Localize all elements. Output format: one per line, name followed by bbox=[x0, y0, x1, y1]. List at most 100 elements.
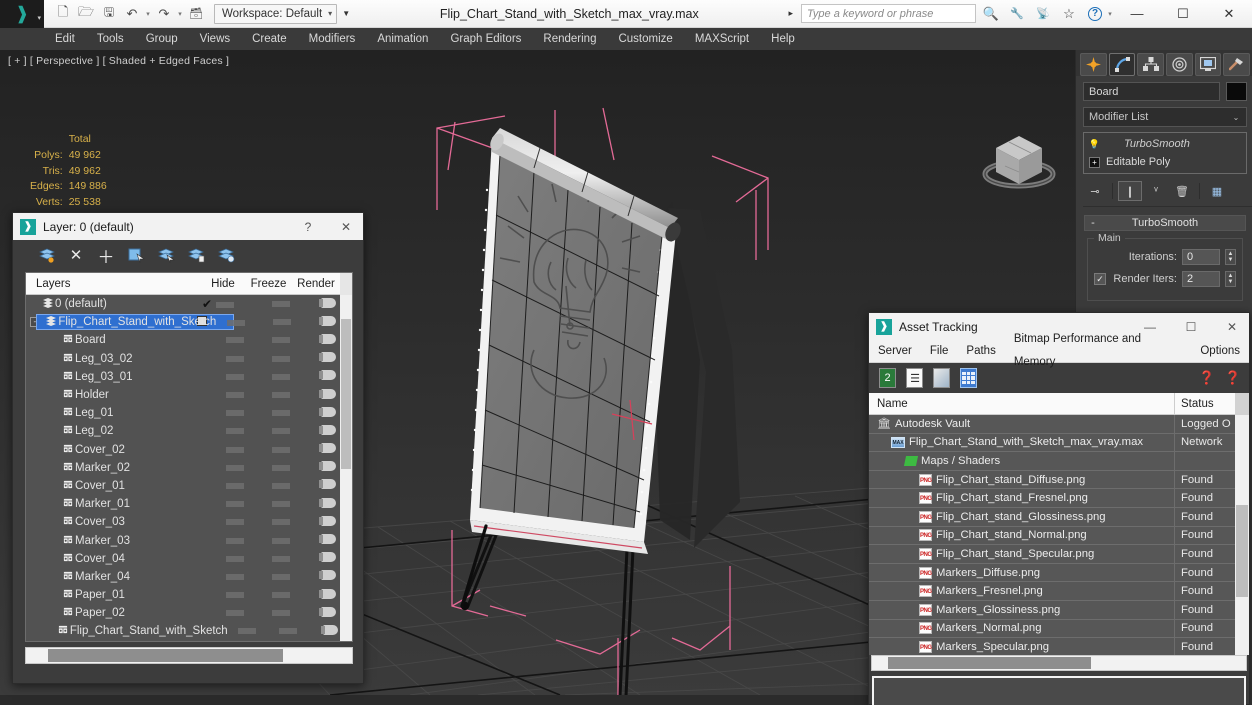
freeze-cell[interactable] bbox=[257, 607, 304, 619]
remove-modifier-icon[interactable]: 🗑 bbox=[1170, 181, 1194, 201]
freeze-toggle-icon[interactable] bbox=[271, 573, 290, 580]
asset-rows-container[interactable]: 🏛 Autodesk Vault Logged O MAX Flip_Chart_Sta… bbox=[869, 415, 1249, 655]
asset-hscrollbar-thumb[interactable] bbox=[888, 657, 1091, 669]
layer-row[interactable]: Leg_03_02 bbox=[26, 350, 352, 368]
menu-item-modifiers[interactable]: Modifiers bbox=[298, 28, 367, 50]
freeze-toggle-icon[interactable] bbox=[271, 592, 290, 599]
undo-dropdown-icon[interactable]: ▾ bbox=[144, 10, 152, 18]
hide-toggle-icon[interactable] bbox=[226, 537, 244, 544]
show-end-result-icon[interactable]: ❙ bbox=[1118, 181, 1142, 201]
asset-menu-bitmap-performance-and-memory[interactable]: Bitmap Performance and Memory bbox=[1005, 328, 1192, 374]
highlight-selected-objects-icon[interactable] bbox=[185, 244, 207, 266]
render-toggle-icon[interactable] bbox=[321, 624, 339, 635]
app-logo-icon[interactable]: ❱ ▾ bbox=[0, 0, 44, 28]
configure-modifier-sets-icon[interactable]: ▦ bbox=[1205, 181, 1229, 201]
render-toggle-icon[interactable] bbox=[319, 315, 337, 326]
hide-cell[interactable] bbox=[213, 535, 257, 547]
asset-tracking-dialog[interactable]: ❱ Asset Tracking — ☐ ✕ Server File Paths Bi… bbox=[868, 312, 1250, 705]
iterations-spinner[interactable]: ▲ ▼ bbox=[1225, 249, 1236, 265]
render-iters-input[interactable]: 2 bbox=[1182, 271, 1220, 287]
freeze-toggle-icon[interactable] bbox=[271, 428, 290, 435]
help-dropdown-icon[interactable]: ▾ bbox=[1106, 10, 1114, 18]
asset-name-cell[interactable]: PNG Markers_Specular.png bbox=[869, 638, 1175, 655]
asset-menu-file[interactable]: File bbox=[921, 340, 958, 363]
asset-scrollbar-thumb[interactable] bbox=[1236, 505, 1248, 597]
layer-horizontal-scrollbar[interactable] bbox=[25, 647, 353, 664]
modifier-stack-item[interactable]: 💡 TurboSmooth bbox=[1084, 135, 1246, 153]
freeze-toggle-icon[interactable] bbox=[271, 392, 290, 399]
freeze-cell[interactable] bbox=[257, 498, 304, 510]
render-toggle-icon[interactable] bbox=[318, 388, 336, 399]
hide-toggle-icon[interactable] bbox=[226, 373, 244, 380]
binoculars-icon[interactable]: 🔍 bbox=[980, 3, 1002, 25]
asset-row[interactable]: Maps / Shaders bbox=[869, 452, 1249, 471]
asset-row[interactable]: PNG Markers_Normal.png Found bbox=[869, 619, 1249, 639]
freeze-toggle-icon[interactable] bbox=[271, 464, 290, 471]
hide-toggle-icon[interactable] bbox=[226, 482, 244, 489]
light-bulb-icon[interactable]: 💡 bbox=[1089, 139, 1100, 150]
star-icon[interactable]: ☆ bbox=[1058, 3, 1080, 25]
hide-cell[interactable]: ✔ bbox=[202, 297, 257, 311]
open-file-icon[interactable]: 🗁 bbox=[75, 3, 97, 25]
layer-row[interactable]: Leg_03_01 bbox=[26, 368, 352, 386]
render-toggle-icon[interactable] bbox=[318, 297, 336, 308]
hide-cell[interactable] bbox=[213, 334, 257, 346]
project-folder-icon[interactable]: 🗃 bbox=[185, 3, 207, 25]
render-toggle-icon[interactable] bbox=[318, 570, 336, 581]
wrench-icon[interactable]: 🔧 bbox=[1006, 3, 1028, 25]
layer-list-panel[interactable]: Layers Hide Freeze Render 0 (default) ✔ - F… bbox=[25, 272, 353, 642]
layer-explorer-dialog[interactable]: ❱ Layer: 0 (default) ? ✕ ✕ ＋ Layers Hide… bbox=[12, 212, 364, 684]
asset-row[interactable]: PNG Flip_Chart_stand_Diffuse.png Found bbox=[869, 470, 1249, 490]
hide-toggle-icon[interactable] bbox=[226, 446, 244, 453]
satellite-icon[interactable]: 📡 bbox=[1032, 3, 1054, 25]
save-file-icon[interactable]: 🖫 bbox=[98, 3, 120, 25]
freeze-cell[interactable] bbox=[257, 462, 304, 474]
hide-toggle-icon[interactable] bbox=[226, 592, 244, 599]
layer-row[interactable]: Holder bbox=[26, 386, 352, 404]
render-toggle-icon[interactable] bbox=[318, 443, 336, 454]
hide-cell[interactable] bbox=[213, 607, 257, 619]
menu-item-maxscript[interactable]: MAXScript bbox=[684, 28, 760, 50]
pin-stack-icon[interactable]: ⊸ bbox=[1083, 181, 1107, 201]
freeze-cell[interactable] bbox=[257, 589, 304, 601]
render-toggle-icon[interactable] bbox=[318, 424, 336, 435]
render-toggle-icon[interactable] bbox=[318, 406, 336, 417]
render-toggle-icon[interactable] bbox=[318, 333, 336, 344]
vault-icon[interactable]: 2 bbox=[879, 368, 896, 388]
asset-row[interactable]: PNG Markers_Diffuse.png Found bbox=[869, 563, 1249, 583]
render-toggle-icon[interactable] bbox=[318, 497, 336, 508]
layer-vertical-scrollbar[interactable] bbox=[340, 295, 352, 641]
layer-rows-container[interactable]: 0 (default) ✔ - Flip_Chart_Stand_with_Sketc… bbox=[26, 295, 352, 641]
render-toggle-icon[interactable] bbox=[318, 352, 336, 363]
layer-row[interactable]: Leg_01 bbox=[26, 404, 352, 422]
layer-scrollbar-thumb[interactable] bbox=[341, 319, 351, 469]
hide-toggle-icon[interactable] bbox=[226, 410, 244, 417]
freeze-toggle-icon[interactable] bbox=[271, 482, 290, 489]
freeze-cell[interactable] bbox=[257, 516, 304, 528]
hide-cell[interactable] bbox=[213, 480, 257, 492]
add-selection-to-layer-icon[interactable]: ＋ bbox=[95, 244, 117, 267]
layer-hscrollbar-thumb[interactable] bbox=[48, 649, 283, 662]
asset-name-cell[interactable]: PNG Markers_Normal.png bbox=[869, 619, 1175, 638]
freeze-cell[interactable] bbox=[259, 316, 305, 328]
layer-row[interactable]: Marker_02 bbox=[26, 459, 352, 477]
render-toggle-icon[interactable] bbox=[318, 461, 336, 472]
asset-name-cell[interactable]: PNG Flip_Chart_stand_Glossiness.png bbox=[869, 507, 1175, 526]
hide-cell[interactable] bbox=[213, 516, 257, 528]
freeze-toggle-icon[interactable] bbox=[273, 319, 292, 326]
asset-menu-options[interactable]: Options bbox=[1191, 340, 1249, 363]
asset-name-cell[interactable]: PNG Flip_Chart_stand_Specular.png bbox=[869, 545, 1175, 563]
delete-layer-icon[interactable]: ✕ bbox=[65, 244, 87, 266]
make-unique-icon[interactable]: ᵛ bbox=[1144, 181, 1168, 201]
select-highlighted-layers-icon[interactable] bbox=[155, 244, 177, 266]
asset-name-cell[interactable]: PNG Markers_Glossiness.png bbox=[869, 600, 1175, 619]
hide-cell[interactable] bbox=[213, 389, 257, 401]
render-toggle-icon[interactable] bbox=[318, 606, 336, 617]
modifier-stack-item[interactable]: + Editable Poly bbox=[1084, 153, 1246, 171]
render-toggle-icon[interactable] bbox=[318, 479, 336, 490]
layer-dialog-titlebar[interactable]: ❱ Layer: 0 (default) ? ✕ bbox=[13, 213, 363, 240]
freeze-toggle-icon[interactable] bbox=[271, 610, 290, 617]
hide-toggle-icon[interactable] bbox=[226, 501, 244, 508]
freeze-toggle-icon[interactable] bbox=[271, 337, 290, 344]
freeze-toggle-icon[interactable] bbox=[271, 501, 290, 508]
